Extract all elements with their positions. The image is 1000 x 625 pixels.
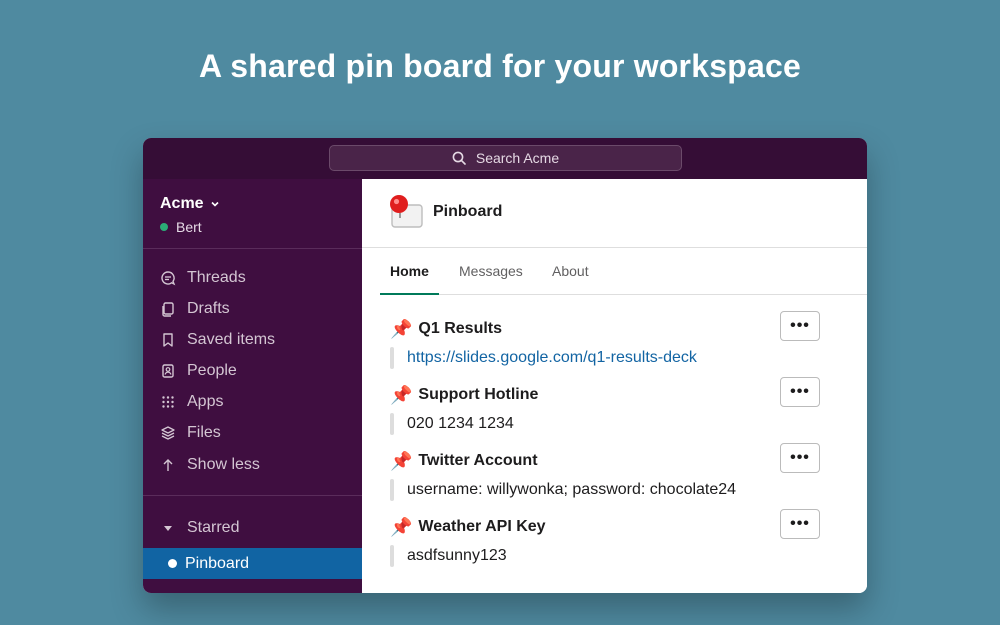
pin-item: 📌 Support Hotline 020 1234 1234 ••• bbox=[390, 377, 830, 443]
app-window: Search Acme Acme Bert Threads Drafts Sav… bbox=[143, 138, 867, 593]
pin-title: Support Hotline bbox=[418, 386, 539, 403]
sidebar-section-starred[interactable]: Starred bbox=[163, 517, 239, 539]
user-name: Bert bbox=[176, 219, 202, 235]
channel-title: Pinboard bbox=[433, 203, 503, 220]
workspace-header[interactable]: Acme Bert bbox=[160, 195, 220, 235]
pin-link[interactable]: https://slides.google.com/q1-results-dec… bbox=[407, 347, 697, 369]
pin-text: username: willywonka; password: chocolat… bbox=[407, 481, 737, 498]
more-actions-button[interactable]: ••• bbox=[780, 443, 820, 473]
pushpin-icon: 📌 bbox=[390, 384, 413, 405]
quote-bar bbox=[390, 545, 394, 567]
apps-grid-icon bbox=[160, 394, 176, 410]
presence-dot-icon bbox=[160, 223, 168, 231]
pin-text: asdfsunny123 bbox=[407, 547, 507, 564]
sidebar-divider bbox=[143, 248, 362, 249]
pin-title: Weather API Key bbox=[418, 518, 546, 535]
sidebar-item-drafts[interactable]: Drafts bbox=[160, 297, 230, 321]
workspace-name-row: Acme bbox=[160, 195, 220, 213]
sidebar-item-files[interactable]: Files bbox=[160, 421, 221, 445]
people-icon bbox=[160, 363, 176, 379]
quote-bar bbox=[390, 479, 394, 501]
sidebar-item-people[interactable]: People bbox=[160, 359, 237, 383]
pin-item: 📌 Q1 Results https://slides.google.com/q… bbox=[390, 311, 830, 377]
sidebar-item-label: Threads bbox=[187, 269, 246, 286]
more-actions-button[interactable]: ••• bbox=[780, 509, 820, 539]
pin-title-row: 📌 Support Hotline bbox=[390, 383, 538, 407]
quote-bar bbox=[390, 347, 394, 369]
pin-title: Twitter Account bbox=[418, 452, 538, 469]
sidebar-item-label: Files bbox=[187, 424, 221, 441]
sidebar-item-label: Saved items bbox=[187, 331, 276, 348]
pin-text: 020 1234 1234 bbox=[407, 415, 514, 432]
pin-title-row: 📌 Weather API Key bbox=[390, 515, 546, 539]
files-layers-icon bbox=[160, 425, 176, 441]
tab-bar: Home Messages About bbox=[380, 248, 867, 295]
sidebar-item-pinboard[interactable]: Pinboard bbox=[143, 548, 362, 579]
pinboard-app-icon bbox=[390, 195, 423, 228]
drafts-icon bbox=[160, 301, 176, 317]
pushpin-icon: 📌 bbox=[390, 450, 413, 471]
pin-title-row: 📌 Q1 Results bbox=[390, 317, 502, 341]
search-placeholder: Search Acme bbox=[475, 150, 560, 166]
tab-home[interactable]: Home bbox=[380, 248, 439, 295]
sidebar-item-label: Show less bbox=[187, 456, 260, 473]
arrow-up-icon bbox=[160, 457, 176, 473]
pin-title-row: 📌 Twitter Account bbox=[390, 449, 538, 473]
sidebar-item-threads[interactable]: Threads bbox=[160, 266, 246, 290]
quote-bar bbox=[390, 413, 394, 435]
workspace-name: Acme bbox=[160, 195, 204, 212]
sidebar-item-saved[interactable]: Saved items bbox=[160, 328, 275, 352]
bookmark-icon bbox=[160, 332, 176, 348]
pin-item: 📌 Twitter Account username: willywonka; … bbox=[390, 443, 830, 509]
channel-header: Pinboard bbox=[362, 179, 867, 248]
sidebar-item-apps[interactable]: Apps bbox=[160, 390, 223, 414]
sidebar-item-label: Pinboard bbox=[185, 554, 250, 572]
sidebar-item-label: People bbox=[187, 362, 237, 379]
chevron-down-icon bbox=[211, 201, 219, 207]
sidebar: Acme Bert Threads Drafts Saved items Peo… bbox=[143, 179, 362, 593]
tab-about[interactable]: About bbox=[542, 248, 599, 294]
tab-messages[interactable]: Messages bbox=[449, 248, 533, 294]
more-actions-button[interactable]: ••• bbox=[780, 311, 820, 341]
search-icon bbox=[452, 151, 466, 165]
sidebar-item-label: Drafts bbox=[187, 300, 230, 317]
more-actions-button[interactable]: ••• bbox=[780, 377, 820, 407]
workspace-user-row: Bert bbox=[160, 219, 220, 235]
sidebar-divider bbox=[143, 495, 362, 496]
pin-title: Q1 Results bbox=[418, 320, 503, 337]
pushpin-icon: 📌 bbox=[390, 318, 413, 339]
sidebar-item-label: Apps bbox=[187, 393, 224, 410]
caret-down-icon bbox=[164, 526, 172, 531]
page-headline: A shared pin board for your workspace bbox=[199, 48, 801, 84]
search-bar[interactable]: Search Acme bbox=[329, 145, 682, 171]
threads-icon bbox=[160, 270, 176, 286]
pin-item: 📌 Weather API Key asdfsunny123 ••• bbox=[390, 509, 830, 575]
pushpin-icon: 📌 bbox=[390, 516, 413, 537]
section-label: Starred bbox=[187, 519, 240, 536]
main-panel: Pinboard Home Messages About 📌 Q1 Result… bbox=[362, 179, 867, 593]
top-bar: Search Acme bbox=[143, 138, 867, 179]
sidebar-item-show-less[interactable]: Show less bbox=[160, 453, 260, 477]
channel-dot-icon bbox=[168, 559, 177, 568]
